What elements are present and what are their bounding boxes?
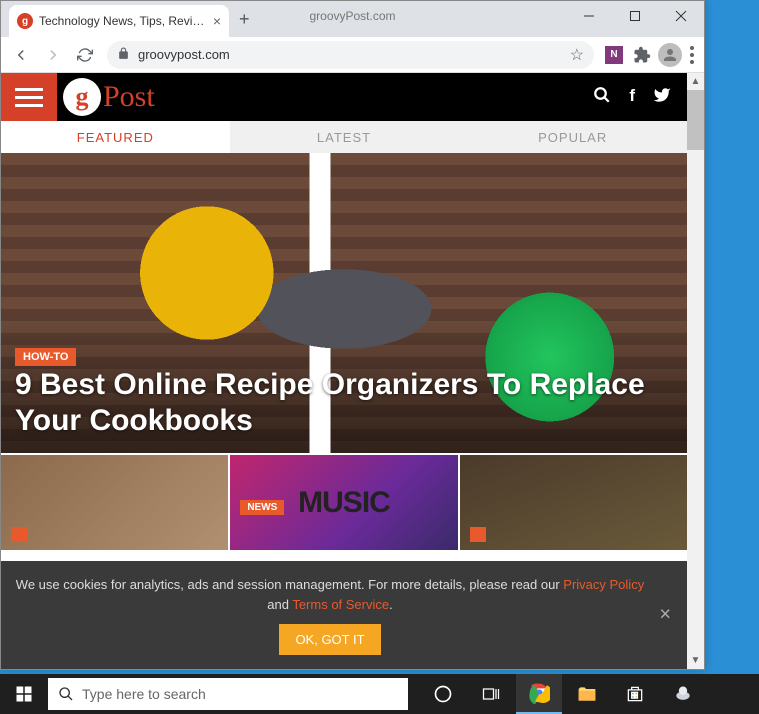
thumbnail-row: MUSIC NEWS bbox=[1, 455, 687, 550]
chrome-menu-button[interactable] bbox=[686, 42, 698, 68]
minimize-button[interactable] bbox=[566, 1, 612, 31]
music-graphic: MUSIC bbox=[298, 486, 390, 520]
site-header: g Post f bbox=[1, 73, 687, 121]
scroll-up-icon[interactable]: ▲ bbox=[687, 73, 704, 90]
favicon-icon: g bbox=[17, 13, 33, 29]
cookie-banner: We use cookies for analytics, ads and se… bbox=[1, 561, 687, 669]
cortana-icon[interactable] bbox=[420, 674, 466, 714]
url-text: groovypost.com bbox=[138, 47, 562, 62]
hero-article[interactable]: HOW-TO 9 Best Online Recipe Organizers T… bbox=[1, 153, 687, 453]
file-explorer-icon[interactable] bbox=[564, 674, 610, 714]
thumbnail-1[interactable] bbox=[1, 455, 228, 550]
content-tabs: FEATURED LATEST POPULAR bbox=[1, 121, 687, 153]
taskbar-icons bbox=[420, 674, 706, 714]
tos-link[interactable]: Terms of Service bbox=[292, 597, 389, 612]
start-button[interactable] bbox=[0, 674, 48, 714]
category-badge: HOW-TO bbox=[15, 348, 76, 366]
tab-latest[interactable]: LATEST bbox=[230, 121, 459, 153]
tab-close-icon[interactable]: × bbox=[213, 13, 221, 29]
microsoft-store-icon[interactable] bbox=[612, 674, 658, 714]
address-bar: groovypost.com ☆ N bbox=[1, 37, 704, 73]
logo-g-icon: g bbox=[63, 78, 101, 116]
hamburger-menu-button[interactable] bbox=[1, 73, 57, 121]
chrome-taskbar-icon[interactable] bbox=[516, 674, 562, 714]
titlebar: g Technology News, Tips, Reviews, × + gr… bbox=[1, 1, 704, 37]
tab-featured[interactable]: FEATURED bbox=[1, 121, 230, 153]
taskbar-search[interactable]: Type here to search bbox=[48, 678, 408, 710]
cookie-close-icon[interactable]: × bbox=[659, 604, 671, 627]
extensions-icon[interactable] bbox=[630, 43, 654, 67]
header-icons: f bbox=[593, 86, 687, 109]
reload-button[interactable] bbox=[71, 41, 99, 69]
browser-window: g Technology News, Tips, Reviews, × + gr… bbox=[0, 0, 705, 670]
site-logo[interactable]: g Post bbox=[63, 78, 155, 116]
maximize-button[interactable] bbox=[612, 1, 658, 31]
new-tab-button[interactable]: + bbox=[229, 3, 260, 36]
thumbnail-2[interactable]: MUSIC NEWS bbox=[230, 455, 457, 550]
close-button[interactable] bbox=[658, 1, 704, 31]
profile-avatar-icon[interactable] bbox=[658, 43, 682, 67]
category-badge: NEWS bbox=[240, 500, 284, 515]
lock-icon bbox=[117, 47, 130, 63]
cookie-text: We use cookies for analytics, ads and se… bbox=[15, 575, 645, 614]
category-badge bbox=[470, 527, 487, 542]
onenote-extension-icon[interactable]: N bbox=[602, 43, 626, 67]
category-badge bbox=[11, 527, 28, 542]
search-icon bbox=[58, 686, 74, 702]
search-icon[interactable] bbox=[593, 86, 611, 109]
facebook-icon[interactable]: f bbox=[629, 86, 635, 109]
logo-text: Post bbox=[103, 80, 155, 114]
window-title: groovyPost.com bbox=[309, 9, 395, 23]
content-area: g Post f FEATURED LATEST POPULAR HOW-TO … bbox=[1, 73, 704, 669]
task-view-icon[interactable] bbox=[468, 674, 514, 714]
taskbar: Type here to search bbox=[0, 674, 759, 714]
hero-title: 9 Best Online Recipe Organizers To Repla… bbox=[15, 367, 673, 439]
browser-tab[interactable]: g Technology News, Tips, Reviews, × bbox=[9, 5, 229, 37]
forward-button[interactable] bbox=[39, 41, 67, 69]
back-button[interactable] bbox=[7, 41, 35, 69]
omnibox[interactable]: groovypost.com ☆ bbox=[107, 41, 594, 69]
search-placeholder: Type here to search bbox=[82, 686, 206, 702]
tab-popular[interactable]: POPULAR bbox=[458, 121, 687, 153]
window-controls bbox=[566, 1, 704, 31]
scroll-down-icon[interactable]: ▼ bbox=[687, 652, 704, 669]
tab-title: Technology News, Tips, Reviews, bbox=[39, 14, 207, 28]
bookmark-star-icon[interactable]: ☆ bbox=[570, 45, 584, 65]
twitter-icon[interactable] bbox=[653, 86, 671, 109]
app-icon[interactable] bbox=[660, 674, 706, 714]
thumbnail-3[interactable] bbox=[460, 455, 687, 550]
cookie-accept-button[interactable]: OK, GOT IT bbox=[279, 624, 380, 655]
scrollbar[interactable]: ▲ ▼ bbox=[687, 73, 704, 669]
scroll-thumb[interactable] bbox=[687, 90, 704, 150]
privacy-link[interactable]: Privacy Policy bbox=[563, 577, 644, 592]
